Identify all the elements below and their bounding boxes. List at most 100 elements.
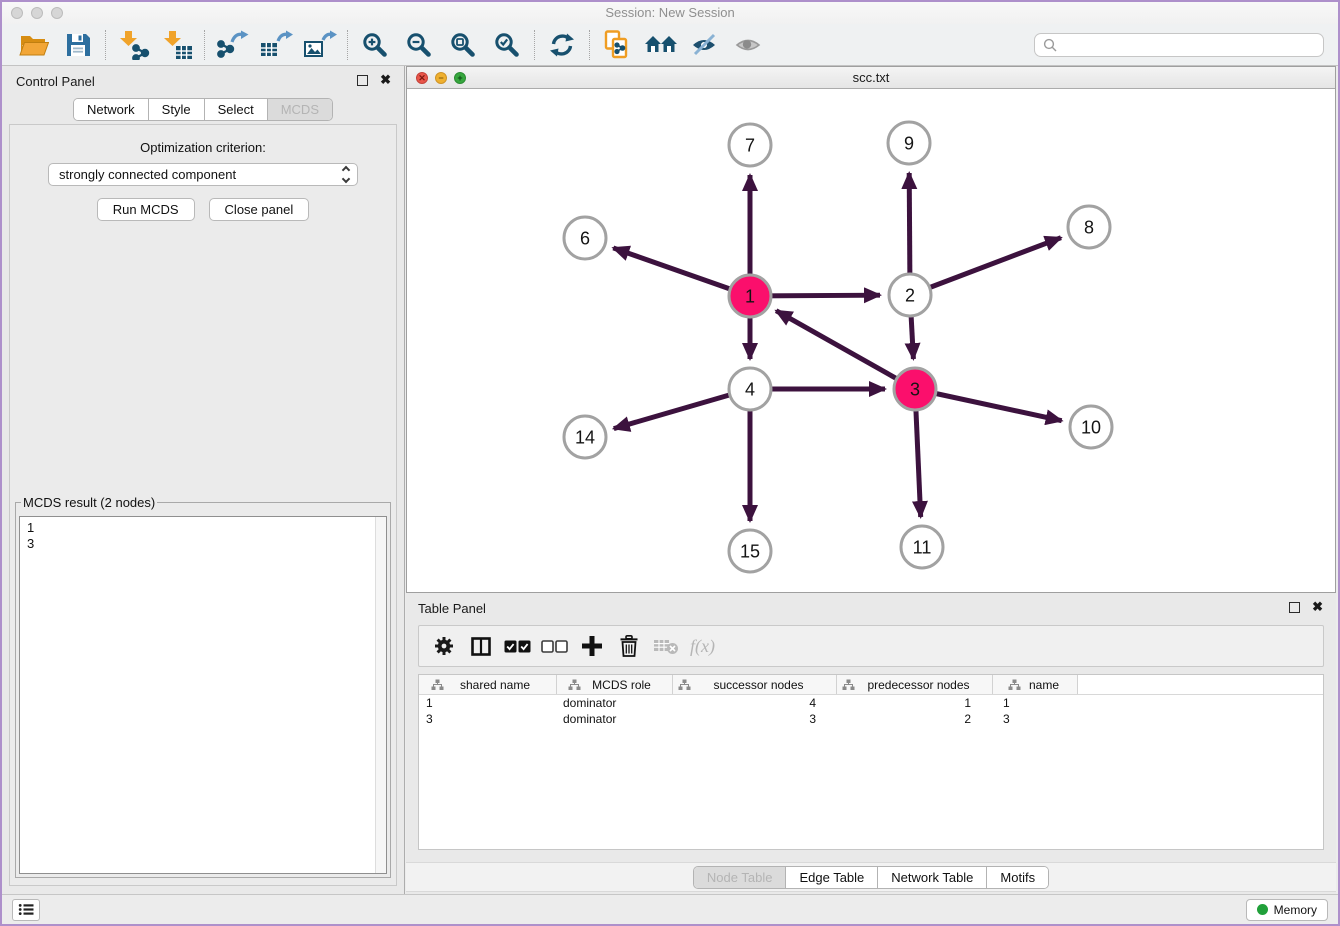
export-image-icon	[303, 30, 337, 60]
select-all-rows-button[interactable]	[499, 640, 536, 653]
network-window-titlebar[interactable]: ✕ − + scc.txt	[407, 67, 1335, 89]
graph-node-2[interactable]: 2	[889, 274, 931, 316]
tab-network[interactable]: Network	[74, 99, 148, 120]
table-row[interactable]: 1dominator411	[419, 695, 1323, 711]
table-header-row: shared nameMCDS rolesuccessor nodesprede…	[419, 675, 1323, 695]
run-mcds-button[interactable]: Run MCDS	[97, 198, 195, 221]
optimization-criterion-select[interactable]: strongly connected component	[48, 163, 358, 186]
open-folder-icon	[19, 32, 49, 58]
table-cell: 1	[419, 695, 557, 711]
export-network-button[interactable]	[210, 28, 254, 62]
app-window: Session: New Session	[0, 0, 1340, 926]
maximize-window-icon[interactable]	[51, 7, 63, 19]
zoom-selected-button[interactable]	[485, 28, 529, 62]
open-session-button[interactable]	[12, 28, 56, 62]
mcds-result-list[interactable]: 1 3	[19, 516, 387, 874]
graph-node-9[interactable]: 9	[888, 122, 930, 164]
result-scrollbar[interactable]	[375, 517, 386, 873]
control-panel-title: Control Panel	[2, 66, 404, 89]
graph-node-6[interactable]: 6	[564, 217, 606, 259]
mcds-result-line: 1	[27, 520, 386, 536]
save-floppy-icon	[64, 32, 92, 58]
graph-edge-3-10[interactable]	[915, 389, 1062, 421]
graph-node-15[interactable]: 15	[729, 530, 771, 572]
tab-mcds[interactable]: MCDS	[267, 99, 332, 120]
new-network-from-selection-button[interactable]	[595, 28, 639, 62]
create-column-button[interactable]	[573, 636, 610, 656]
home-networks-button[interactable]	[639, 28, 683, 62]
memory-label: Memory	[1274, 903, 1317, 917]
show-eye-button[interactable]	[727, 28, 771, 62]
network-minimize-icon[interactable]: −	[435, 72, 447, 84]
column-header-name[interactable]: name	[993, 675, 1078, 694]
minimize-window-icon[interactable]	[31, 7, 43, 19]
close-table-panel-icon[interactable]: ✖	[1312, 600, 1323, 613]
graph-node-14[interactable]: 14	[564, 416, 606, 458]
graph-node-3[interactable]: 3	[894, 368, 936, 410]
close-panel-button[interactable]: Close panel	[209, 198, 310, 221]
graph-node-8[interactable]: 8	[1068, 206, 1110, 248]
import-network-button[interactable]	[111, 28, 155, 62]
hierarchy-icon	[568, 679, 581, 691]
zoom-fit-icon	[450, 32, 476, 58]
network-window-traffic-lights: ✕ − +	[416, 72, 466, 84]
search-input[interactable]	[1062, 36, 1315, 53]
apply-layout-button[interactable]	[540, 28, 584, 62]
column-header-shared-name[interactable]: shared name	[419, 675, 557, 694]
zoom-out-button[interactable]	[397, 28, 441, 62]
import-table-button[interactable]	[155, 28, 199, 62]
table-toolbar: f(x)	[418, 625, 1324, 667]
table-row[interactable]: 3dominator323	[419, 711, 1323, 727]
save-session-button[interactable]	[56, 28, 100, 62]
deselect-all-rows-button[interactable]	[536, 640, 573, 653]
tab-style[interactable]: Style	[148, 99, 204, 120]
tab-network-table[interactable]: Network Table	[877, 867, 986, 888]
optimization-criterion-label: Optimization criterion:	[10, 140, 396, 155]
tab-motifs[interactable]: Motifs	[986, 867, 1048, 888]
export-table-button[interactable]	[254, 28, 298, 62]
column-header-predecessor-nodes[interactable]: predecessor nodes	[837, 675, 993, 694]
table-cell: 3	[419, 711, 557, 727]
float-panel-icon[interactable]	[357, 75, 368, 86]
tab-node-table[interactable]: Node Table	[694, 867, 786, 888]
close-panel-icon[interactable]: ✖	[380, 73, 391, 86]
graph-node-1[interactable]: 1	[729, 275, 771, 317]
table-settings-button[interactable]	[425, 635, 462, 657]
graph-edge-3-1[interactable]	[776, 311, 915, 389]
zoom-in-button[interactable]	[353, 28, 397, 62]
hide-selected-button[interactable]	[683, 28, 727, 62]
memory-button[interactable]: Memory	[1246, 899, 1328, 921]
search-box[interactable]	[1034, 33, 1324, 57]
table-cell: dominator	[557, 711, 673, 727]
graph-node-4[interactable]: 4	[729, 368, 771, 410]
column-header-MCDS-role[interactable]: MCDS role	[557, 675, 673, 694]
show-column-panel-button[interactable]	[462, 637, 499, 656]
close-window-icon[interactable]	[11, 7, 23, 19]
graph-node-7[interactable]: 7	[729, 124, 771, 166]
delete-column-button[interactable]	[610, 635, 647, 657]
column-header-successor-nodes[interactable]: successor nodes	[673, 675, 837, 694]
task-history-button[interactable]	[12, 899, 40, 921]
delete-table-icon	[653, 638, 679, 655]
svg-text:7: 7	[745, 136, 755, 156]
deselect-all-checkboxes-icon	[541, 640, 568, 653]
plus-icon	[582, 636, 602, 656]
tab-select[interactable]: Select	[204, 99, 267, 120]
network-canvas[interactable]: 7 9 6 8 1 2 4 3 14 10 15 11	[407, 89, 1335, 592]
delete-table-button[interactable]	[647, 638, 684, 655]
table-body: 1dominator4113dominator323	[419, 695, 1323, 727]
fx-icon: f(x)	[690, 636, 715, 657]
zoom-fit-button[interactable]	[441, 28, 485, 62]
float-table-panel-icon[interactable]	[1289, 602, 1300, 613]
tab-edge-table[interactable]: Edge Table	[785, 867, 877, 888]
hierarchy-icon	[842, 679, 855, 691]
network-maximize-icon[interactable]: +	[454, 72, 466, 84]
function-builder-button[interactable]: f(x)	[684, 636, 721, 657]
export-image-button[interactable]	[298, 28, 342, 62]
graph-node-10[interactable]: 10	[1070, 406, 1112, 448]
graph-node-11[interactable]: 11	[901, 526, 943, 568]
node-table: shared nameMCDS rolesuccessor nodesprede…	[418, 674, 1324, 850]
network-close-icon[interactable]: ✕	[416, 72, 428, 84]
graph-edge-2-8[interactable]	[910, 238, 1061, 295]
zoom-out-icon	[406, 32, 432, 58]
